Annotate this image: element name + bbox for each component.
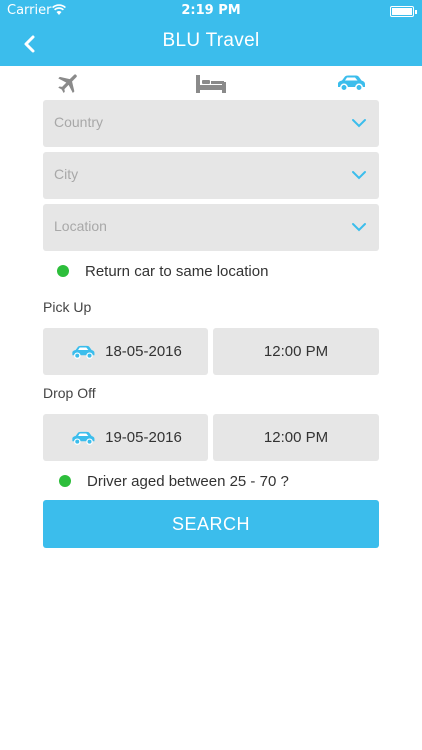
pickup-time-field[interactable]: 12:00 PM [213,328,379,375]
pickup-date-value: 18-05-2016 [105,343,182,360]
city-placeholder: City [54,166,79,182]
page-title: BLU Travel [162,30,260,51]
chevron-down-icon [352,171,366,180]
clock: 2:19 PM [181,3,241,18]
country-placeholder: Country [54,114,104,130]
driver-age-label: Driver aged between 25 - 70 ? [87,472,289,490]
tab-flight[interactable] [49,68,89,98]
car-icon [338,75,365,92]
location-select[interactable]: Location [43,204,379,251]
tab-car[interactable] [331,68,371,98]
search-button[interactable]: SEARCH [43,500,379,548]
battery-icon [390,6,417,17]
dropoff-time-field[interactable]: 12:00 PM [213,414,379,461]
pickup-date-field[interactable]: 18-05-2016 [43,328,208,375]
chevron-down-icon [352,119,366,128]
airplane-icon [58,74,77,93]
pickup-time-value: 12:00 PM [263,343,329,360]
driver-age-toggle[interactable]: Driver aged between 25 - 70 ? [59,470,289,492]
navigation-bar: BLU Travel [0,22,422,66]
dropoff-date-value: 19-05-2016 [105,429,182,446]
dropoff-date-field[interactable]: 19-05-2016 [43,414,208,461]
chevron-down-icon [352,223,366,232]
return-same-location-label: Return car to same location [85,262,269,280]
location-placeholder: Location [54,218,107,234]
car-icon [72,431,95,445]
dropoff-label: Drop Off [43,385,96,401]
dropoff-time-value: 12:00 PM [263,429,329,446]
country-select[interactable]: Country [43,100,379,147]
car-icon [72,345,95,359]
travel-type-tabs [0,66,422,100]
tab-hotel[interactable] [191,68,231,98]
return-same-location-toggle[interactable]: Return car to same location [57,260,268,282]
status-bar: Carrier 2:19 PM [0,0,422,22]
check-indicator [59,475,71,487]
city-select[interactable]: City [43,152,379,199]
check-indicator [57,265,69,277]
pickup-label: Pick Up [43,299,92,315]
bed-icon [196,75,226,93]
